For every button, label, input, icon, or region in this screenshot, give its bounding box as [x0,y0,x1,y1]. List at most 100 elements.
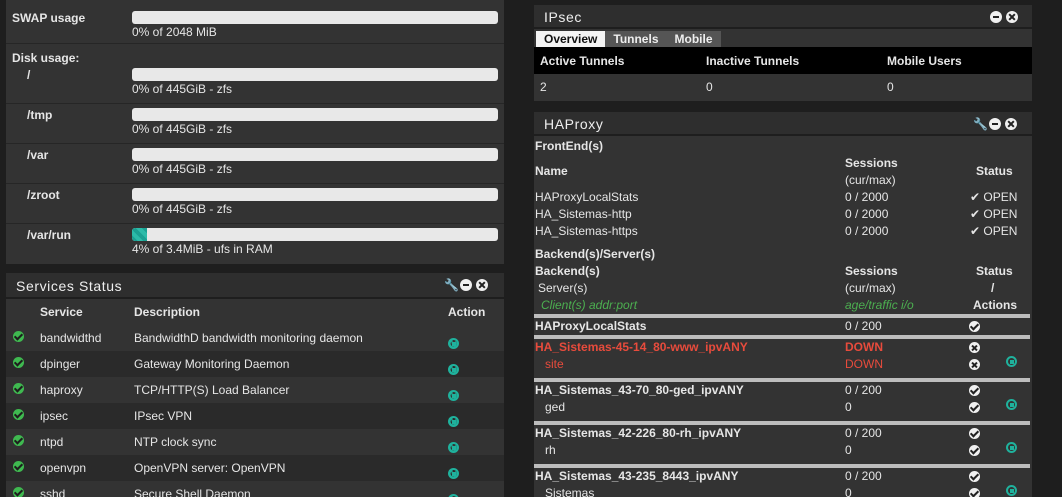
service-description: OpenVPN server: OpenVPN [134,461,286,475]
running-status-icon [13,357,24,368]
toggle-server-icon[interactable] [1006,399,1017,410]
backend-name: HA_Sistemas_42-226_80-rh_ipvANY [535,426,742,440]
swap-row: SWAP usage 0% of 2048 MiB [6,0,504,44]
minimize-icon[interactable] [460,279,472,291]
backend-divider [534,464,1030,468]
backend-name: HAProxyLocalStats [535,319,647,333]
disk-bar [132,148,498,161]
stop-icon[interactable] [448,416,459,427]
col-inactive-tunnels: Inactive Tunnels [706,54,800,68]
service-name: haproxy [40,383,83,397]
disk-bar [132,228,498,241]
service-row: openvpn OpenVPN server: OpenVPN ↻ [6,455,504,481]
server-sessions: 0 [845,400,852,414]
close-icon[interactable] [1006,11,1018,23]
haproxy-panel: HAProxy 🔧 FrontEnd(s) Name Sessions (cur… [534,112,1032,497]
disk-mount: /zroot [27,188,60,202]
disk-text: 0% of 445GiB - zfs [132,82,233,96]
close-icon[interactable] [1005,118,1017,130]
swap-bar [132,11,498,24]
check-icon: ✔ [970,224,981,238]
check-icon: ✔ [970,207,981,221]
up-icon [969,385,980,396]
server-sessions: 0 [845,486,852,497]
minimize-icon[interactable] [989,118,1001,130]
backend-sessions: 0 / 200 [845,319,882,333]
service-description: BandwidthD bandwidth monitoring daemon [134,331,363,345]
disk-text: 4% of 3.4MiB - ufs in RAM [132,242,273,256]
backend-name: HA_Sistemas_43-70_80-ged_ipvANY [535,383,744,397]
backend-name: HA_Sistemas_43-235_8443_ipvANY [535,469,739,483]
close-icon[interactable] [476,279,488,291]
col-active-tunnels: Active Tunnels [540,54,625,68]
ipsec-panel: IPsec Overview Tunnels Mobile Active Tun… [534,5,1032,101]
backend-divider [534,421,1030,425]
stop-icon[interactable] [448,468,459,479]
minimize-icon[interactable] [990,11,1002,23]
mobile-users-value: 0 [887,80,894,94]
check-icon: ✔ [970,190,981,204]
col-be-status: Status [976,264,1013,278]
toggle-server-icon[interactable] [1006,485,1017,496]
server-up-icon [969,445,980,456]
server-name: Sistemas [545,486,595,497]
running-status-icon [13,461,24,472]
disk-bar [132,68,498,81]
tab-overview[interactable]: Overview [536,31,606,47]
tab-mobile[interactable]: Mobile [666,31,721,47]
service-name: bandwidthd [40,331,102,345]
frontend-status-text: OPEN [983,224,1018,238]
up-icon [969,428,980,439]
server-name: rh [545,443,556,457]
frontend-name: HAProxyLocalStats [535,190,639,204]
running-status-icon [13,487,24,497]
frontend-status: ✔ OPEN [970,207,1017,221]
toggle-server-icon[interactable] [1006,356,1017,367]
active-tunnels-value: 2 [540,80,547,94]
panel-header: HAProxy 🔧 [534,112,1032,136]
server-up-icon [969,402,980,413]
frontend-status-text: OPEN [983,207,1018,221]
ipsec-table-header: Active Tunnels Inactive Tunnels Mobile U… [534,47,1032,74]
panel-title: HAProxy [544,116,604,132]
service-row: bandwidthd BandwidthD bandwidth monitorin… [6,325,504,351]
wrench-icon[interactable]: 🔧 [444,279,459,291]
disk-row-tmp: /tmp 0% of 445GiB - zfs [6,104,504,144]
stop-icon[interactable] [448,364,459,375]
col-be-curmax: (cur/max) [845,281,896,295]
service-name: openvpn [40,461,87,475]
disk-mount: /tmp [27,108,53,122]
col-fe-status: Status [976,164,1013,178]
backend-sessions: DOWN [845,340,883,354]
col-be-client: Client(s) addr:port [541,298,638,312]
toggle-server-icon[interactable] [1006,442,1017,453]
stop-icon[interactable] [448,442,459,453]
stop-icon[interactable] [448,390,459,401]
panel-header: Services Status 🔧 [6,273,504,299]
stop-icon[interactable] [448,338,459,349]
running-status-icon [13,331,24,342]
service-description: NTP clock sync [134,435,217,449]
backend-divider [534,314,1030,318]
service-row: dpinger Gateway Monitoring Daemon ↻ [6,351,504,377]
server-name: site [545,357,564,371]
frontend-name: HA_Sistemas-https [535,224,638,238]
service-name: dpinger [40,357,81,371]
col-be-slash: / [991,281,995,295]
backend-sessions: 0 / 200 [845,426,882,440]
running-status-icon [13,383,24,394]
col-service: Service [40,305,83,319]
service-row: sshdSecure Shell Daemon↻ [6,481,504,497]
col-mobile-users: Mobile Users [887,54,962,68]
disk-text: 0% of 445GiB - zfs [132,122,233,136]
wrench-icon[interactable]: 🔧 [973,118,988,130]
tab-tunnels[interactable]: Tunnels [605,31,667,47]
disk-bar [132,188,498,201]
col-fe-name: Name [535,164,568,178]
swap-label: SWAP usage [12,11,86,25]
backend-divider [534,335,1030,339]
service-row: ntpd NTP clock sync ↻ [6,429,504,455]
col-be-sessions: Sessions [845,264,898,278]
service-description: Secure Shell Daemon [134,487,251,497]
service-description: TCP/HTTP(S) Load Balancer [134,383,290,397]
